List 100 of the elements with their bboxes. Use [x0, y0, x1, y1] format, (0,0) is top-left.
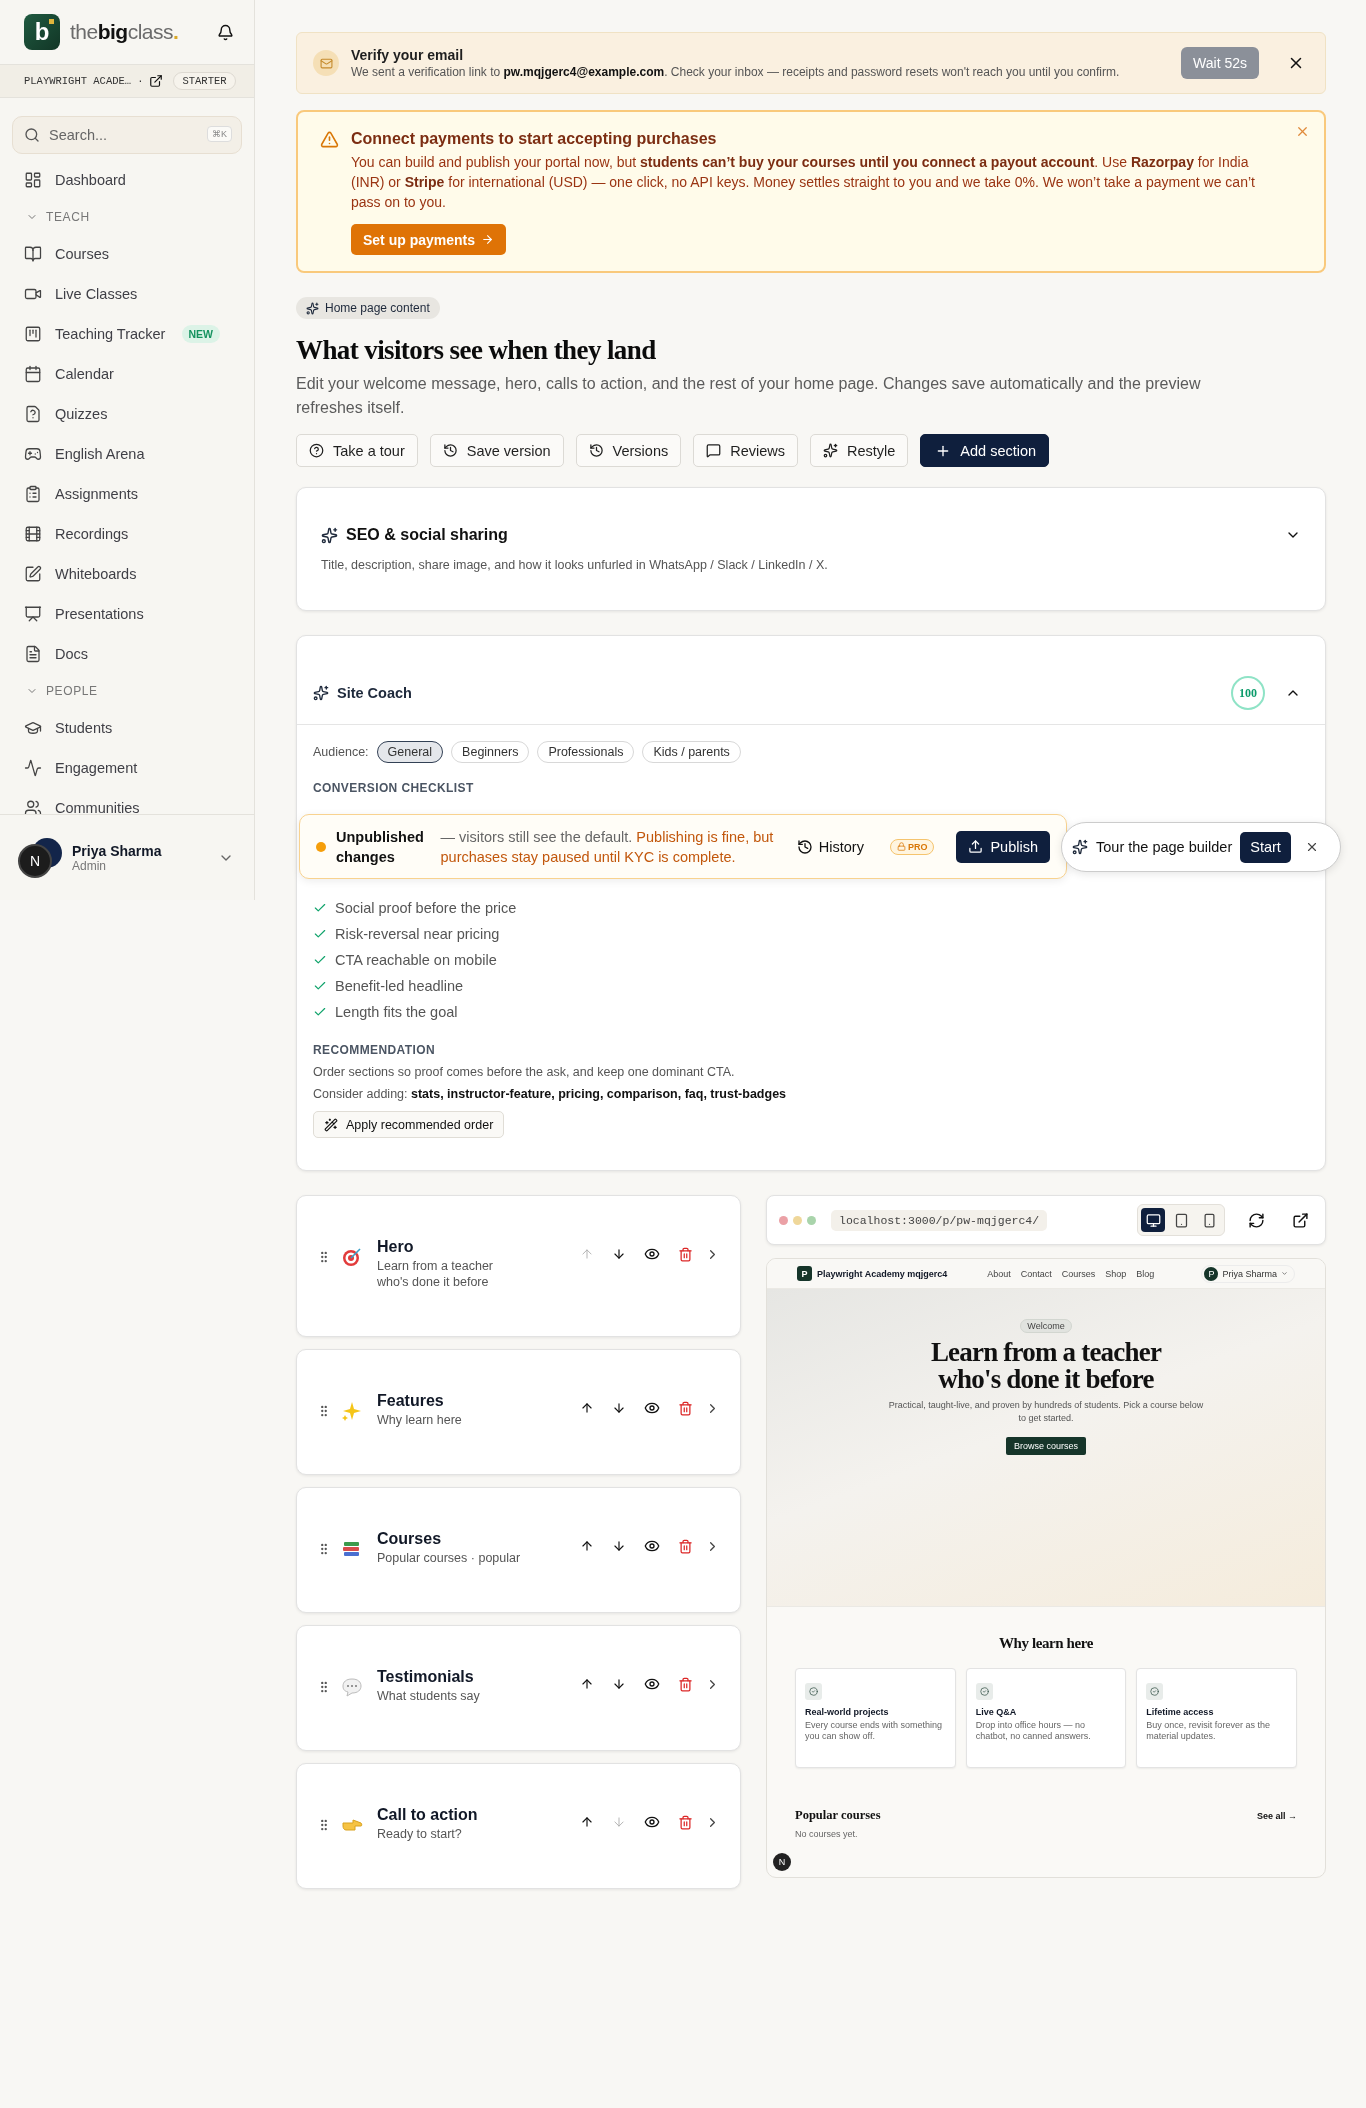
shortcut-hint: ⌘K [207, 126, 232, 142]
nav-item[interactable]: Docs [12, 634, 242, 674]
browse-courses-button[interactable]: Browse courses [1006, 1437, 1086, 1455]
page-title: What visitors see when they land [296, 335, 657, 366]
audience-label: Audience: [313, 745, 369, 759]
visibility-button[interactable] [644, 1538, 660, 1554]
nav-item[interactable]: Dashboard [12, 160, 242, 200]
features-heading: Why learn here [998, 1635, 1094, 1652]
audience-chip[interactable]: Beginners [451, 741, 530, 763]
section-title: Testimonials [377, 1668, 475, 1686]
tablet-icon [1173, 1212, 1189, 1228]
eye-icon [644, 1246, 660, 1262]
nav-item[interactable]: Teaching Tracker NEW [12, 314, 242, 354]
site-nav-link[interactable]: About [987, 1268, 1011, 1279]
section-card[interactable]: Hero Learn from a teacher who's done it before [296, 1195, 741, 1337]
toolbar-button[interactable]: Reviews [693, 434, 798, 467]
delete-button[interactable] [678, 1814, 693, 1830]
trash-icon [678, 1400, 693, 1416]
warning-icon [320, 130, 339, 149]
feature-title: Real-world projects [805, 1707, 890, 1717]
nav-item[interactable]: Students [12, 708, 242, 748]
nav-item[interactable]: Live Classes [12, 274, 242, 314]
nav-item[interactable]: Recordings [12, 514, 242, 554]
nav-group-header[interactable]: PEOPLE [12, 674, 242, 708]
sparkles-icon [1072, 839, 1088, 855]
move-down-button[interactable] [612, 1401, 626, 1415]
chat-icon [706, 443, 722, 458]
visibility-button[interactable] [644, 1400, 660, 1416]
floating-avatar[interactable]: N [773, 1853, 791, 1871]
nav-item[interactable]: Communities [12, 788, 242, 814]
toolbar-button[interactable]: Versions [575, 434, 682, 467]
move-up-button[interactable] [580, 1401, 594, 1415]
toolbar-button[interactable]: Restyle [810, 434, 909, 467]
toolbar-button[interactable]: Add section [920, 434, 1050, 467]
checklist-item: Length fits the goal [335, 1004, 458, 1020]
move-up-button[interactable] [580, 1539, 594, 1553]
external-link-button[interactable] [149, 74, 164, 88]
delete-button[interactable] [678, 1246, 693, 1262]
refresh-button[interactable] [1248, 1211, 1265, 1229]
phone-icon [1201, 1212, 1217, 1228]
feature-text: Buy once, revisit forever as the material updates. [1146, 1720, 1271, 1742]
delete-button[interactable] [678, 1400, 693, 1416]
section-card[interactable]: Testimonials What students say [296, 1625, 741, 1751]
audience-chip[interactable]: Kids / parents [642, 741, 741, 763]
recommendation-text: Order sections so proof comes before the ask, and keep one dominant CTA. [313, 1065, 736, 1079]
nav-item[interactable]: Quizzes [12, 394, 242, 434]
apply-order-button[interactable]: Apply recommended order [313, 1111, 505, 1138]
nav-item[interactable]: Calendar [12, 354, 242, 394]
section-card[interactable]: Features Why learn here [296, 1349, 741, 1475]
section-title: Hero [377, 1238, 415, 1256]
audience-chip[interactable]: General [376, 741, 444, 763]
toolbar-button[interactable]: Take a tour [296, 434, 418, 467]
visibility-button[interactable] [644, 1676, 660, 1692]
start-button[interactable]: Start [1240, 831, 1291, 863]
logo-mark: b [24, 14, 60, 50]
toolbar-button[interactable]: Save version [429, 434, 564, 467]
url-field[interactable]: localhost:3000/p/pw-mqjgerc4/ [831, 1209, 1048, 1231]
move-up-button[interactable] [580, 1815, 594, 1829]
nav-item[interactable]: English Arena [12, 434, 242, 474]
target-icon [341, 1246, 363, 1268]
open-external-button[interactable] [1292, 1211, 1309, 1229]
document-icon [24, 645, 42, 663]
move-up-button[interactable] [580, 1677, 594, 1691]
pulse-icon [24, 759, 42, 777]
move-down-button[interactable] [612, 1677, 626, 1691]
audience-chip[interactable]: Professionals [537, 741, 635, 763]
sparkles-icon [321, 526, 338, 544]
mail-icon [313, 50, 339, 76]
publish-button[interactable]: Publish [956, 830, 1050, 863]
card-description: Title, description, share image, and how it looks unfurled in WhatsApp / Slack / LinkedIn / X. [321, 558, 829, 572]
site-nav-link[interactable]: Blog [1136, 1268, 1155, 1279]
pen-square-icon [24, 565, 42, 583]
section-card[interactable]: Courses Popular courses · popular [296, 1487, 741, 1613]
history-button[interactable]: History [790, 837, 870, 856]
see-all-link[interactable]: See all → [1256, 1810, 1297, 1821]
checklist-item: Social proof before the price [335, 900, 517, 916]
nav-item[interactable]: Presentations [12, 594, 242, 634]
desktop-button[interactable] [1141, 1208, 1165, 1232]
notifications-button[interactable] [217, 23, 234, 41]
move-down-button[interactable] [612, 1539, 626, 1553]
section-card[interactable]: Call to action Ready to start? [296, 1763, 741, 1889]
nav-item[interactable]: Whiteboards [12, 554, 242, 594]
pro-badge: PRO [889, 838, 935, 855]
visibility-button[interactable] [644, 1814, 660, 1830]
site-nav-link[interactable]: Shop [1105, 1268, 1127, 1279]
visibility-button[interactable] [644, 1246, 660, 1262]
nav-group-header[interactable]: TEACH [12, 200, 242, 234]
delete-button[interactable] [678, 1676, 693, 1692]
site-nav-link[interactable]: Contact [1020, 1268, 1052, 1279]
easel-icon [24, 605, 42, 623]
move-down-button[interactable] [612, 1247, 626, 1261]
desktop-icon [1145, 1212, 1161, 1228]
sparkles-icon [306, 301, 319, 315]
page-description: Edit your welcome message, hero, calls to action, and the rest of your home page. Changes save automatically and the preview refreshes itself. [296, 374, 1202, 418]
nav-item[interactable]: Assignments [12, 474, 242, 514]
site-nav-link[interactable]: Courses [1061, 1268, 1096, 1279]
delete-button[interactable] [678, 1538, 693, 1554]
nav-item[interactable]: Courses [12, 234, 242, 274]
publish-message: — visitors still see the default. Publishing is fine, but purchases stay paused until KYC is complete. [440, 827, 775, 867]
nav-item[interactable]: Engagement [12, 748, 242, 788]
